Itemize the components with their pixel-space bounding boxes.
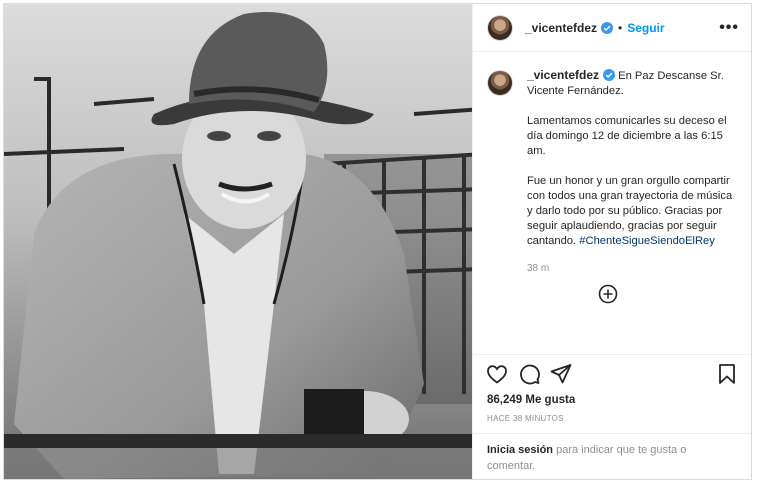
login-link[interactable]: Inicia sesión [487,444,553,456]
post-header: _vicentefdez • Seguir ••• [473,4,751,52]
load-more-icon[interactable] [598,284,618,304]
heart-icon[interactable] [485,362,509,386]
verified-badge-icon [603,69,616,81]
action-bar [473,354,751,392]
comments-area: _vicentefdez En Paz Descanse Sr. Vicente… [473,52,751,354]
share-icon[interactable] [549,362,573,386]
follow-button[interactable]: Seguir [627,21,664,35]
comment-icon[interactable] [517,362,541,386]
more-options-icon[interactable]: ••• [719,19,739,37]
bookmark-icon[interactable] [715,362,739,386]
caption-time: 38 m [527,263,550,274]
separator: • [618,20,623,35]
caption-username[interactable]: _vicentefdez [527,68,599,82]
caption-row: _vicentefdez En Paz Descanse Sr. Vicente… [487,68,737,276]
login-prompt: Inicia sesión para indicar que te gusta … [473,433,751,479]
post-photo-illustration [4,4,472,479]
caption-paragraph: Lamentamos comunicarles su deceso el día… [527,115,727,157]
instagram-post: _vicentefdez • Seguir ••• _vicentefdez E… [3,3,752,480]
avatar[interactable] [487,14,513,41]
caption: _vicentefdez En Paz Descanse Sr. Vicente… [527,68,737,276]
header-username[interactable]: _vicentefdez [525,21,597,35]
post-timestamp: HACE 38 MINUTOS [487,414,564,423]
hashtag-link[interactable]: #ChenteSigueSiendoElRey [579,235,715,247]
likes-count[interactable]: 86,249 Me gusta [473,392,751,406]
post-sidebar: _vicentefdez • Seguir ••• _vicentefdez E… [472,4,751,479]
post-photo[interactable] [4,4,472,479]
caption-avatar[interactable] [487,70,513,96]
verified-badge-icon [601,21,614,34]
caption-paragraph: Fue un honor y un gran orgullo compartir… [527,174,737,249]
